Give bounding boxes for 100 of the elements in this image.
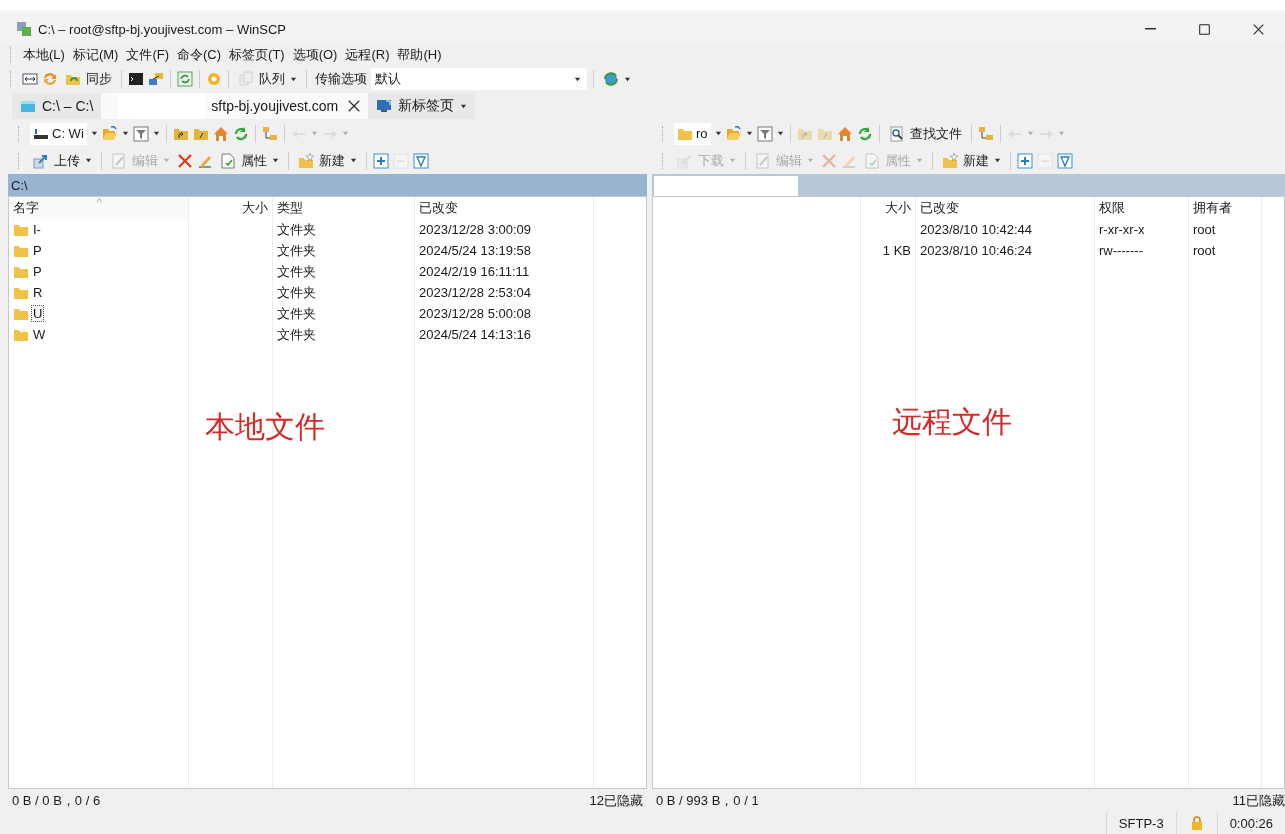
caret-icon: [729, 157, 736, 164]
table-cell: 2023/12/28 5:00:08: [419, 306, 532, 321]
transfer-settings-label: 传输选项: [315, 70, 367, 88]
transfer-settings-dropdown[interactable]: 默认: [371, 68, 587, 90]
new-button[interactable]: 新建: [939, 149, 1004, 172]
caret-icon: [85, 157, 92, 164]
file-name[interactable]: U: [31, 305, 45, 322]
column-header[interactable]: 拥有者: [1189, 197, 1261, 219]
annotation-label: 远程文件: [892, 404, 1012, 440]
terminal-icon[interactable]: [128, 71, 144, 87]
table-cell: root: [1193, 222, 1216, 237]
menu-item[interactable]: 选项(O): [289, 46, 341, 64]
pencil-page-icon: [755, 152, 771, 169]
new-folder-icon: [942, 152, 958, 169]
column-header[interactable]: 已改变: [916, 197, 1094, 219]
tree-icon[interactable]: [977, 125, 994, 142]
delete-icon[interactable]: [177, 152, 193, 169]
tree-icon[interactable]: [261, 125, 278, 142]
caret-icon[interactable]: [152, 130, 160, 137]
caret-icon: [272, 157, 279, 164]
selection-status: 0 B / 993 B，0 / 1: [656, 791, 759, 810]
home-icon[interactable]: [836, 125, 853, 142]
refresh-icon[interactable]: [856, 125, 873, 142]
column-header[interactable]: 名字: [9, 197, 188, 219]
caret-icon: [574, 75, 581, 83]
file-name[interactable]: I-: [31, 221, 43, 238]
annotation-label: 本地文件: [205, 409, 325, 445]
find-files-button[interactable]: 查找文件: [885, 122, 965, 145]
table-cell: 文件夹: [277, 262, 316, 281]
menu-item[interactable]: 本地(L): [20, 46, 68, 64]
table-cell: 1 KB: [882, 243, 911, 258]
computers-icon[interactable]: [148, 71, 164, 87]
caret-icon[interactable]: [714, 130, 722, 137]
search-icon: [888, 125, 905, 142]
caret-icon: [290, 75, 297, 83]
file-name[interactable]: P: [31, 263, 44, 280]
caret-icon[interactable]: [745, 130, 753, 137]
menu-item[interactable]: 标签页(T): [226, 46, 288, 64]
refresh-icon[interactable]: [177, 71, 193, 87]
table-cell: 文件夹: [277, 241, 316, 260]
caret-icon: [994, 157, 1001, 164]
refresh-icon[interactable]: [232, 125, 249, 142]
caret-icon[interactable]: [90, 130, 98, 137]
table-cell: 2023/8/10 10:46:24: [920, 243, 1033, 258]
monitor-icon: [376, 98, 393, 114]
maximize-icon: [1198, 23, 1210, 35]
column-header[interactable]: 已改变: [415, 197, 593, 219]
menu-item[interactable]: 帮助(H): [394, 46, 445, 64]
menu-item[interactable]: 命令(C): [174, 46, 225, 64]
location-dropdown[interactable]: ro: [674, 122, 711, 145]
filter-icon[interactable]: [756, 125, 773, 142]
folder-icon: [20, 98, 36, 114]
table-cell: 2024/5/24 14:13:16: [419, 327, 532, 342]
documents-icon: [238, 71, 254, 87]
file-name[interactable]: R: [31, 284, 45, 301]
select-plus-icon[interactable]: [373, 152, 389, 169]
checked-page-icon: [220, 152, 236, 169]
compare-icon[interactable]: [22, 71, 38, 87]
path-text: C:\: [11, 177, 28, 193]
caret-icon: [624, 75, 631, 83]
caret-icon[interactable]: [121, 130, 129, 137]
tab[interactable]: 新标签页: [368, 93, 476, 119]
close-icon: [1252, 23, 1264, 35]
new-button[interactable]: 新建: [295, 149, 360, 172]
file-name[interactable]: P: [31, 242, 44, 259]
select-plus-icon[interactable]: [1017, 152, 1033, 169]
synchronize-button[interactable]: 同步: [62, 68, 115, 90]
tab[interactable]: sftp-bj.youjivest.com: [101, 93, 369, 119]
caret-icon: [916, 157, 923, 164]
caret-icon: [460, 102, 468, 110]
menu-item[interactable]: 文件(F): [123, 46, 172, 64]
protocol-label: SFTP-3: [1105, 812, 1176, 834]
filter-icon[interactable]: [132, 125, 149, 142]
upload-icon: [33, 152, 49, 169]
caret-icon: [163, 157, 170, 164]
column-header[interactable]: 大小: [189, 197, 272, 219]
close-icon[interactable]: [348, 100, 361, 112]
select-invert-icon[interactable]: [1057, 152, 1073, 169]
caret-icon: [350, 157, 357, 164]
menu-item[interactable]: 标记(M): [69, 46, 122, 64]
file-name[interactable]: W: [31, 326, 48, 343]
window-title: C:\ – root@sftp-bj.youjivest.com – WinSCP: [38, 21, 287, 37]
table-cell: 文件夹: [277, 325, 316, 344]
select-invert-icon[interactable]: [413, 152, 429, 169]
upload-button[interactable]: 上传: [30, 149, 95, 172]
column-header[interactable]: 类型: [273, 197, 414, 219]
location-dropdown[interactable]: C: Wi: [30, 122, 87, 145]
home-icon[interactable]: [212, 125, 229, 142]
column-header[interactable]: 权限: [1095, 197, 1188, 219]
table-cell: 2023/12/28 2:53:04: [419, 285, 532, 300]
table-cell: 2023/12/28 3:00:09: [419, 222, 532, 237]
properties-button[interactable]: 属性: [217, 149, 282, 172]
table-cell: 文件夹: [277, 220, 316, 239]
tab[interactable]: C:\ – C:\: [12, 93, 102, 119]
table-cell: root: [1193, 243, 1216, 258]
queue-button[interactable]: 队列: [235, 68, 300, 90]
caret-icon[interactable]: [776, 130, 784, 137]
menu-item[interactable]: 远程(R): [342, 46, 393, 64]
column-header[interactable]: 大小: [861, 197, 915, 219]
globe-arrows-icon: [603, 71, 619, 87]
